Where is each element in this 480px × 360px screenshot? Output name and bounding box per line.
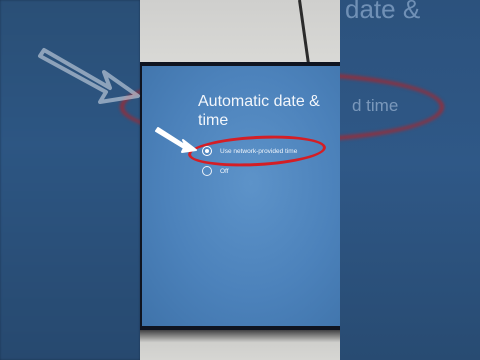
annotation-arrows xyxy=(38,48,197,153)
blurred-arrow-icon xyxy=(38,48,140,104)
pointer-arrow-icon xyxy=(155,127,197,153)
